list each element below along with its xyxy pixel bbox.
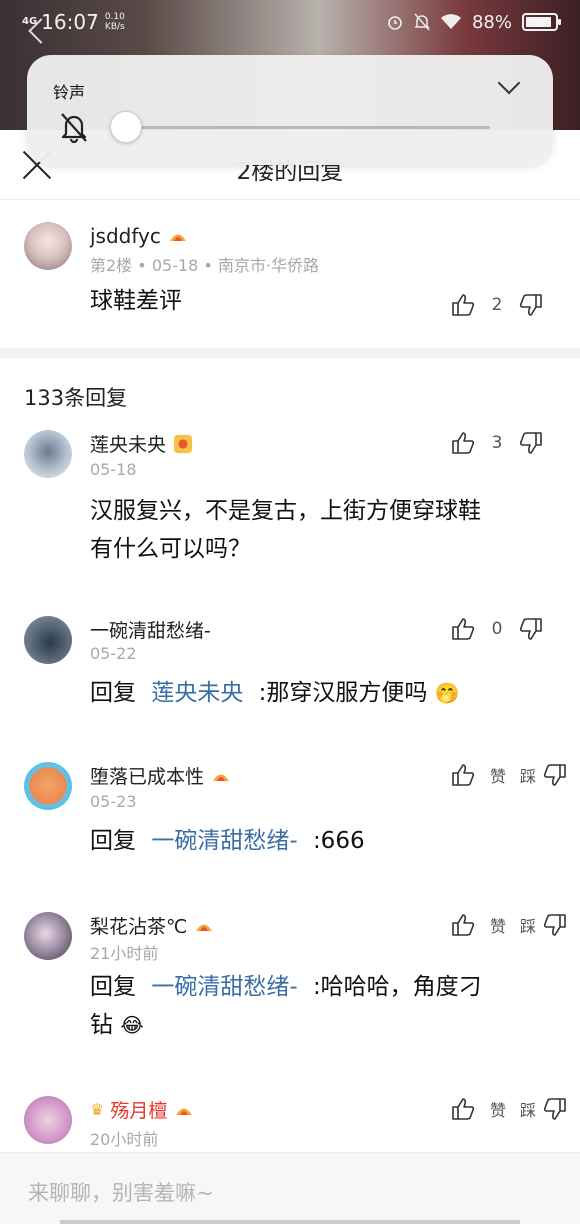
reply-text: 回复 一碗清甜愁绪- :666: [90, 828, 365, 854]
thumbs-up-icon[interactable]: [450, 1096, 476, 1122]
network-speed: 0.10 KB/s: [104, 12, 125, 32]
bell-muted-icon[interactable]: [59, 111, 89, 143]
mention-link[interactable]: 一碗清甜愁绪-: [151, 828, 297, 854]
like-count: 2: [491, 295, 503, 315]
reply-time: 20小时前: [90, 1130, 159, 1149]
reply-time: 05-23: [90, 792, 137, 811]
like-label: 赞: [489, 1101, 506, 1120]
comment-date: 05-18: [151, 256, 199, 275]
list-item: 梨花沾茶℃ 21小时前 回复 一碗清甜愁绪- :哈哈哈，角度刁 钻 😂 赞 踩: [0, 912, 580, 1096]
status-bar: 4G 16:07 0.10 KB/s 88%: [0, 0, 580, 44]
thumbs-down-icon[interactable]: [518, 616, 544, 642]
battery-percent: 88%: [471, 11, 512, 33]
section-divider: [0, 348, 580, 358]
like-count: 3: [491, 433, 503, 453]
comment-input-placeholder[interactable]: 来聊聊，别害羞嘛~: [28, 1177, 214, 1207]
level-badge-icon: [213, 774, 230, 781]
emoji: 😂: [120, 1013, 144, 1037]
reply-time: 05-18: [90, 460, 137, 479]
thumbs-up-icon[interactable]: [450, 292, 476, 318]
username[interactable]: 殇月檀: [110, 1096, 167, 1123]
mention-link[interactable]: 莲央未央: [151, 680, 243, 706]
list-item: ♛ 殇月檀 20小时前 赞 踩: [0, 1096, 580, 1156]
thumbs-down-icon[interactable]: [542, 762, 568, 788]
reply-time: 21小时前: [90, 944, 159, 963]
sun-badge-icon: [173, 434, 193, 453]
thumbs-up-icon[interactable]: [450, 616, 476, 642]
main-comment: jsddfyc 第2楼 • 05-18 • 南京市·华侨路 球鞋差评 2: [0, 200, 580, 348]
comment-text: 球鞋差评: [90, 288, 182, 314]
volume-slider-thumb[interactable]: [110, 111, 142, 143]
floor-number: 第2楼: [90, 256, 133, 275]
username[interactable]: 梨花沾茶℃: [90, 912, 187, 939]
list-item: 堕落已成本性 05-23 回复 一碗清甜愁绪- :666 赞 踩: [0, 762, 580, 912]
avatar[interactable]: [24, 1096, 72, 1144]
thumbs-down-icon[interactable]: [518, 292, 544, 318]
username[interactable]: 莲央未央: [90, 430, 166, 457]
comment-input-bar[interactable]: 来聊聊，别害羞嘛~: [0, 1152, 580, 1224]
volume-slider-track[interactable]: [127, 126, 490, 129]
reply-sheet: 2楼的回复 jsddfyc 第2楼 • 05-18 • 南京市·华侨路 球鞋差评…: [0, 130, 580, 1224]
reply-text: 汉服复兴，不是复古，上街方便穿球鞋 有什么可以吗？: [90, 498, 481, 562]
avatar[interactable]: [24, 430, 72, 478]
list-item: 莲央未央 05-18 汉服复兴，不是复古，上街方便穿球鞋 有什么可以吗？ 3: [0, 430, 580, 616]
volume-panel: 铃声: [27, 55, 553, 165]
avatar[interactable]: [24, 912, 72, 960]
like-label: 赞: [489, 767, 506, 786]
avatar[interactable]: [24, 222, 72, 270]
like-count: 0: [491, 619, 503, 639]
reply-text: 回复 一碗清甜愁绪- :哈哈哈，角度刁 钻 😂: [90, 974, 482, 1038]
like-label: 赞: [489, 917, 506, 936]
volume-label: 铃声: [53, 83, 86, 102]
mute-icon: [414, 13, 430, 31]
level-badge-icon: [196, 924, 213, 931]
thumbs-up-icon[interactable]: [450, 912, 476, 938]
mention-link[interactable]: 一碗清甜愁绪-: [151, 974, 297, 1000]
dislike-label: 踩: [520, 767, 537, 786]
emoji: 🤭: [434, 681, 460, 705]
reply-text: 回复 莲央未央 :那穿汉服方便吗 🤭: [90, 680, 460, 706]
reply-count: 133条回复: [24, 386, 128, 410]
crown-icon: ♛: [90, 1100, 105, 1119]
dislike-label: 踩: [520, 1101, 537, 1120]
level-badge-icon: [169, 234, 186, 241]
level-badge-icon: [176, 1108, 193, 1115]
avatar[interactable]: [24, 616, 72, 664]
alarm-icon: [388, 16, 402, 30]
reply-time: 05-22: [90, 644, 137, 663]
thumbs-up-icon[interactable]: [450, 430, 476, 456]
thumbs-down-icon[interactable]: [542, 1096, 568, 1122]
chevron-down-icon[interactable]: [497, 71, 521, 95]
username[interactable]: jsddfyc: [90, 224, 161, 248]
home-indicator: [60, 1220, 520, 1224]
thumbs-down-icon[interactable]: [542, 912, 568, 938]
battery-icon: [522, 13, 561, 31]
dislike-label: 踩: [520, 917, 537, 936]
comment-location: 南京市·华侨路: [217, 256, 320, 275]
wifi-icon: [440, 14, 461, 29]
list-item: 一碗清甜愁绪- 05-22 回复 莲央未央 :那穿汉服方便吗 🤭 0: [0, 616, 580, 762]
username[interactable]: 一碗清甜愁绪-: [90, 616, 211, 643]
username[interactable]: 堕落已成本性: [90, 762, 204, 789]
thumbs-down-icon[interactable]: [518, 430, 544, 456]
avatar[interactable]: [24, 762, 72, 810]
thumbs-up-icon[interactable]: [450, 762, 476, 788]
